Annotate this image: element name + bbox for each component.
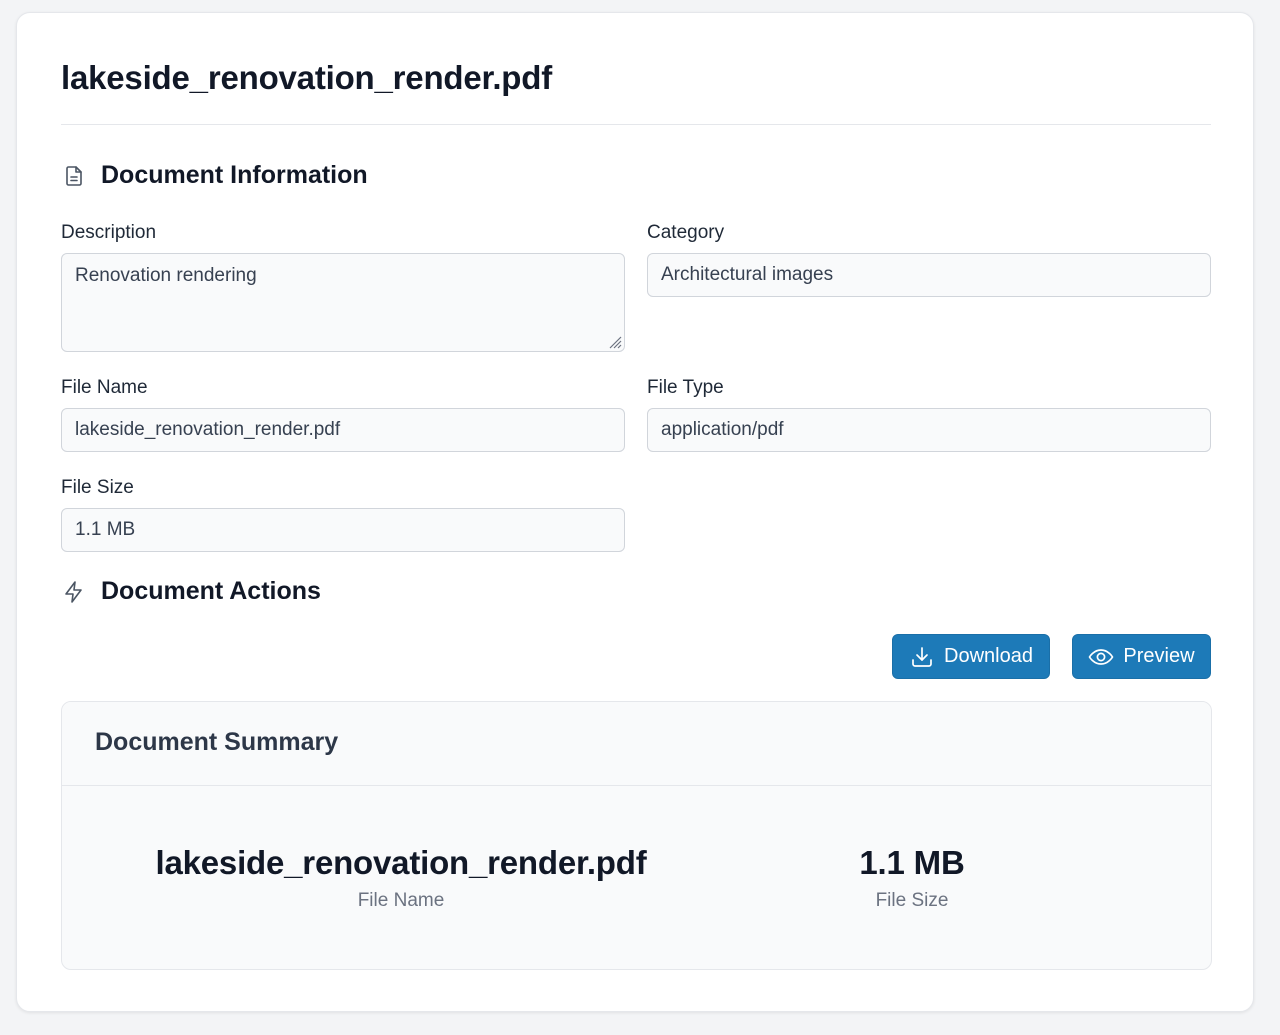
file-size-value: 1.1 MB [75, 519, 136, 540]
download-button[interactable]: Download [892, 634, 1050, 679]
file-size-input[interactable]: 1.1 MB [61, 508, 625, 552]
document-icon [61, 163, 87, 189]
lightning-icon [61, 579, 87, 605]
category-value: Architectural images [661, 264, 834, 285]
file-type-input[interactable]: application/pdf [647, 408, 1211, 452]
summary-header: Document Summary [62, 702, 1211, 786]
preview-button-label: Preview [1123, 645, 1195, 667]
document-summary-panel: Document Summary lakeside_renovation_ren… [61, 701, 1212, 970]
resize-grip-icon[interactable] [606, 333, 622, 349]
file-type-value: application/pdf [661, 419, 784, 440]
document-detail-card: lakeside_renovation_render.pdf Document … [16, 12, 1254, 1012]
description-textarea[interactable]: Renovation rendering [61, 253, 625, 352]
page-title: lakeside_renovation_render.pdf [61, 59, 553, 96]
category-input[interactable]: Architectural images [647, 253, 1211, 297]
summary-file-size-value: 1.1 MB [859, 844, 965, 881]
download-button-label: Download [944, 645, 1033, 667]
preview-button[interactable]: Preview [1072, 634, 1211, 679]
description-value: Renovation rendering [75, 265, 257, 286]
file-name-input[interactable]: lakeside_renovation_render.pdf [61, 408, 625, 452]
description-label: Description [61, 222, 157, 243]
summary-stat-file-name: lakeside_renovation_render.pdf File Name [116, 844, 686, 912]
file-type-label: File Type [647, 377, 724, 398]
download-icon [909, 644, 935, 670]
summary-file-name-value: lakeside_renovation_render.pdf [155, 844, 647, 881]
file-size-label: File Size [61, 477, 134, 498]
section-title-actions: Document Actions [101, 577, 321, 605]
summary-file-size-label: File Size [875, 890, 949, 911]
eye-icon [1088, 644, 1114, 670]
summary-file-name-label: File Name [357, 890, 445, 911]
category-label: Category [647, 222, 725, 243]
section-heading-information: Document Information [61, 161, 368, 190]
summary-title: Document Summary [95, 728, 339, 756]
summary-stat-file-size: 1.1 MB File Size [814, 844, 1010, 912]
file-name-value: lakeside_renovation_render.pdf [75, 419, 341, 440]
section-heading-actions: Document Actions [61, 577, 321, 606]
title-divider [61, 124, 1211, 125]
file-name-label: File Name [61, 377, 148, 398]
section-title-information: Document Information [101, 161, 368, 189]
